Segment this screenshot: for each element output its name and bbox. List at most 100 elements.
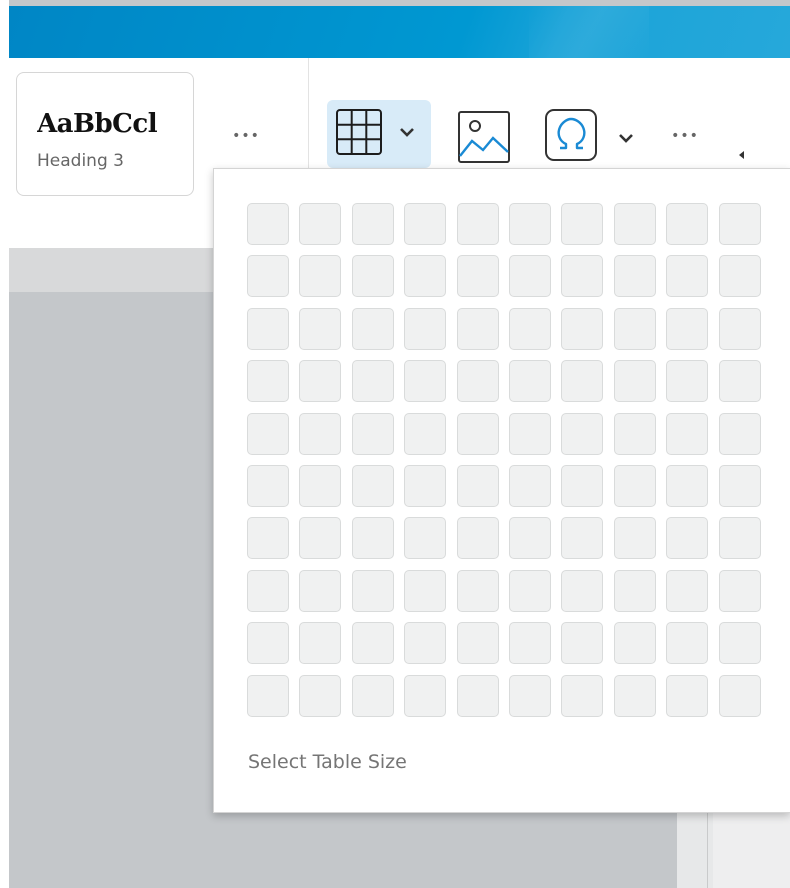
table-size-cell[interactable]: [719, 360, 761, 402]
table-size-cell[interactable]: [719, 675, 761, 717]
table-size-cell[interactable]: [457, 622, 499, 664]
table-size-cell[interactable]: [247, 570, 289, 612]
table-size-cell[interactable]: [299, 675, 341, 717]
table-size-cell[interactable]: [561, 675, 603, 717]
table-size-cell[interactable]: [561, 622, 603, 664]
table-size-cell[interactable]: [509, 465, 551, 507]
table-size-cell[interactable]: [561, 517, 603, 559]
table-size-cell[interactable]: [666, 675, 708, 717]
table-size-cell[interactable]: [352, 413, 394, 455]
table-size-cell[interactable]: [247, 413, 289, 455]
table-size-cell[interactable]: [719, 465, 761, 507]
table-size-cell[interactable]: [666, 308, 708, 350]
table-size-cell[interactable]: [299, 622, 341, 664]
table-size-cell[interactable]: [614, 308, 656, 350]
table-size-cell[interactable]: [561, 360, 603, 402]
table-size-cell[interactable]: [404, 360, 446, 402]
table-size-cell[interactable]: [614, 413, 656, 455]
table-size-cell[interactable]: [561, 570, 603, 612]
table-size-cell[interactable]: [509, 203, 551, 245]
table-size-cell[interactable]: [404, 622, 446, 664]
table-size-cell[interactable]: [614, 622, 656, 664]
table-size-cell[interactable]: [404, 517, 446, 559]
table-size-cell[interactable]: [457, 517, 499, 559]
table-size-cell[interactable]: [614, 203, 656, 245]
table-size-cell[interactable]: [614, 675, 656, 717]
table-size-cell[interactable]: [299, 465, 341, 507]
table-size-cell[interactable]: [352, 517, 394, 559]
table-size-cell[interactable]: [457, 203, 499, 245]
table-size-cell[interactable]: [509, 360, 551, 402]
table-size-cell[interactable]: [561, 308, 603, 350]
table-size-cell[interactable]: [299, 308, 341, 350]
table-size-cell[interactable]: [509, 570, 551, 612]
table-size-cell[interactable]: [509, 517, 551, 559]
table-size-cell[interactable]: [561, 203, 603, 245]
table-size-cell[interactable]: [299, 413, 341, 455]
style-heading-3[interactable]: AaBbCcl Heading 3: [16, 72, 194, 196]
table-size-cell[interactable]: [247, 675, 289, 717]
table-size-cell[interactable]: [719, 255, 761, 297]
table-size-cell[interactable]: [666, 413, 708, 455]
table-size-cell[interactable]: [457, 465, 499, 507]
table-size-cell[interactable]: [352, 622, 394, 664]
table-size-cell[interactable]: [247, 622, 289, 664]
table-size-cell[interactable]: [457, 570, 499, 612]
table-size-cell[interactable]: [509, 413, 551, 455]
table-size-cell[interactable]: [404, 570, 446, 612]
table-size-cell[interactable]: [509, 675, 551, 717]
table-size-cell[interactable]: [666, 360, 708, 402]
table-size-cell[interactable]: [666, 622, 708, 664]
table-size-cell[interactable]: [614, 255, 656, 297]
table-size-cell[interactable]: [247, 308, 289, 350]
table-size-cell[interactable]: [299, 255, 341, 297]
table-size-cell[interactable]: [614, 360, 656, 402]
table-size-cell[interactable]: [299, 360, 341, 402]
table-size-cell[interactable]: [457, 308, 499, 350]
table-size-cell[interactable]: [299, 570, 341, 612]
table-size-cell[interactable]: [299, 517, 341, 559]
table-size-cell[interactable]: [404, 675, 446, 717]
table-size-cell[interactable]: [666, 517, 708, 559]
table-size-cell[interactable]: [404, 308, 446, 350]
table-size-cell[interactable]: [404, 203, 446, 245]
table-size-cell[interactable]: [666, 570, 708, 612]
table-size-cell[interactable]: [299, 203, 341, 245]
table-size-cell[interactable]: [666, 203, 708, 245]
table-size-cell[interactable]: [719, 570, 761, 612]
table-size-cell[interactable]: [561, 465, 603, 507]
table-size-cell[interactable]: [457, 675, 499, 717]
table-size-cell[interactable]: [719, 308, 761, 350]
insert-table-button[interactable]: [327, 100, 431, 168]
table-size-cell[interactable]: [247, 203, 289, 245]
table-size-cell[interactable]: [614, 570, 656, 612]
table-size-cell[interactable]: [457, 255, 499, 297]
table-size-cell[interactable]: [614, 517, 656, 559]
table-size-cell[interactable]: [561, 413, 603, 455]
more-styles-button[interactable]: •••: [231, 128, 261, 148]
table-size-cell[interactable]: [352, 203, 394, 245]
table-size-cell[interactable]: [719, 413, 761, 455]
table-size-cell[interactable]: [457, 360, 499, 402]
table-size-cell[interactable]: [352, 675, 394, 717]
table-size-cell[interactable]: [352, 308, 394, 350]
table-size-cell[interactable]: [509, 622, 551, 664]
table-size-cell[interactable]: [719, 517, 761, 559]
table-size-cell[interactable]: [561, 255, 603, 297]
table-size-cell[interactable]: [352, 465, 394, 507]
table-size-cell[interactable]: [352, 255, 394, 297]
table-size-cell[interactable]: [352, 570, 394, 612]
table-size-cell[interactable]: [404, 465, 446, 507]
table-size-cell[interactable]: [509, 308, 551, 350]
table-size-cell[interactable]: [247, 360, 289, 402]
table-size-cell[interactable]: [719, 203, 761, 245]
insert-image-button[interactable]: [457, 110, 511, 164]
table-size-cell[interactable]: [666, 255, 708, 297]
table-size-cell[interactable]: [509, 255, 551, 297]
table-size-cell[interactable]: [666, 465, 708, 507]
table-size-cell[interactable]: [404, 413, 446, 455]
more-insert-button[interactable]: •••: [668, 128, 702, 148]
table-size-cell[interactable]: [247, 465, 289, 507]
table-size-cell[interactable]: [457, 413, 499, 455]
table-size-cell[interactable]: [719, 622, 761, 664]
